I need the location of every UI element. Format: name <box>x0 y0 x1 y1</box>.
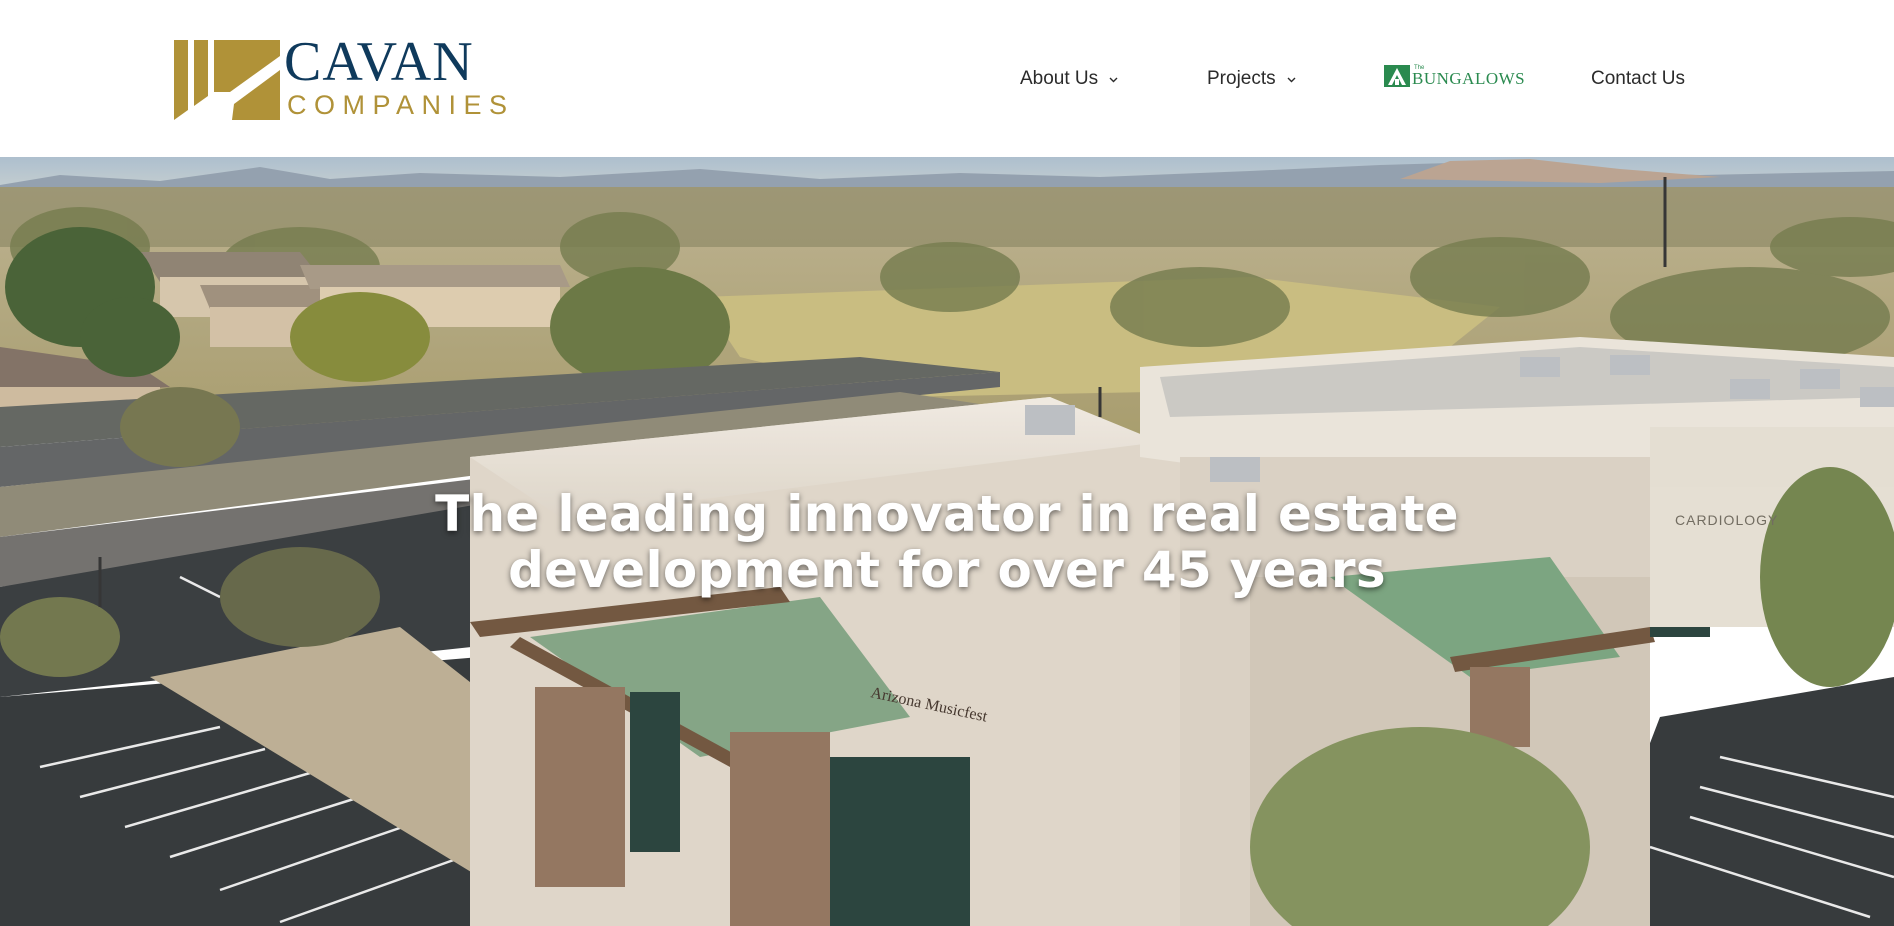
chevron-down-icon <box>1109 77 1118 82</box>
nav-bungalows-logo[interactable]: The BUNGALOWS <box>1384 63 1525 87</box>
nav-contact-us-label: Contact Us <box>1591 68 1685 89</box>
nav-about-us-label: About Us <box>1020 68 1099 89</box>
nav-projects[interactable]: Projects <box>1207 64 1297 94</box>
logo-name-line2: COMPANIES <box>287 90 515 120</box>
bungalows-name: BUNGALOWS <box>1412 69 1526 88</box>
hero-headline: The leading innovator in real estate dev… <box>347 486 1547 598</box>
nav-about-us[interactable]: About Us <box>1020 64 1119 94</box>
nav-projects-label: Projects <box>1207 68 1276 89</box>
bungalows-wordmark: The BUNGALOWS <box>1412 65 1525 87</box>
hero-headline-line1: The leading innovator in real estate <box>435 485 1459 543</box>
bungalows-house-icon <box>1384 65 1410 87</box>
site-header: CAVAN COMPANIES About Us Projects Contac… <box>0 0 1894 157</box>
chevron-down-icon <box>1287 77 1296 82</box>
hero-headline-line2: development for over 45 years <box>508 541 1386 599</box>
nav-contact-us[interactable]: Contact Us <box>1591 64 1685 94</box>
hero-section: Arizona Musicfest CARDIOLOGY The leading… <box>0 157 1894 926</box>
main-nav: About Us Projects Contact Us <box>0 64 1894 94</box>
